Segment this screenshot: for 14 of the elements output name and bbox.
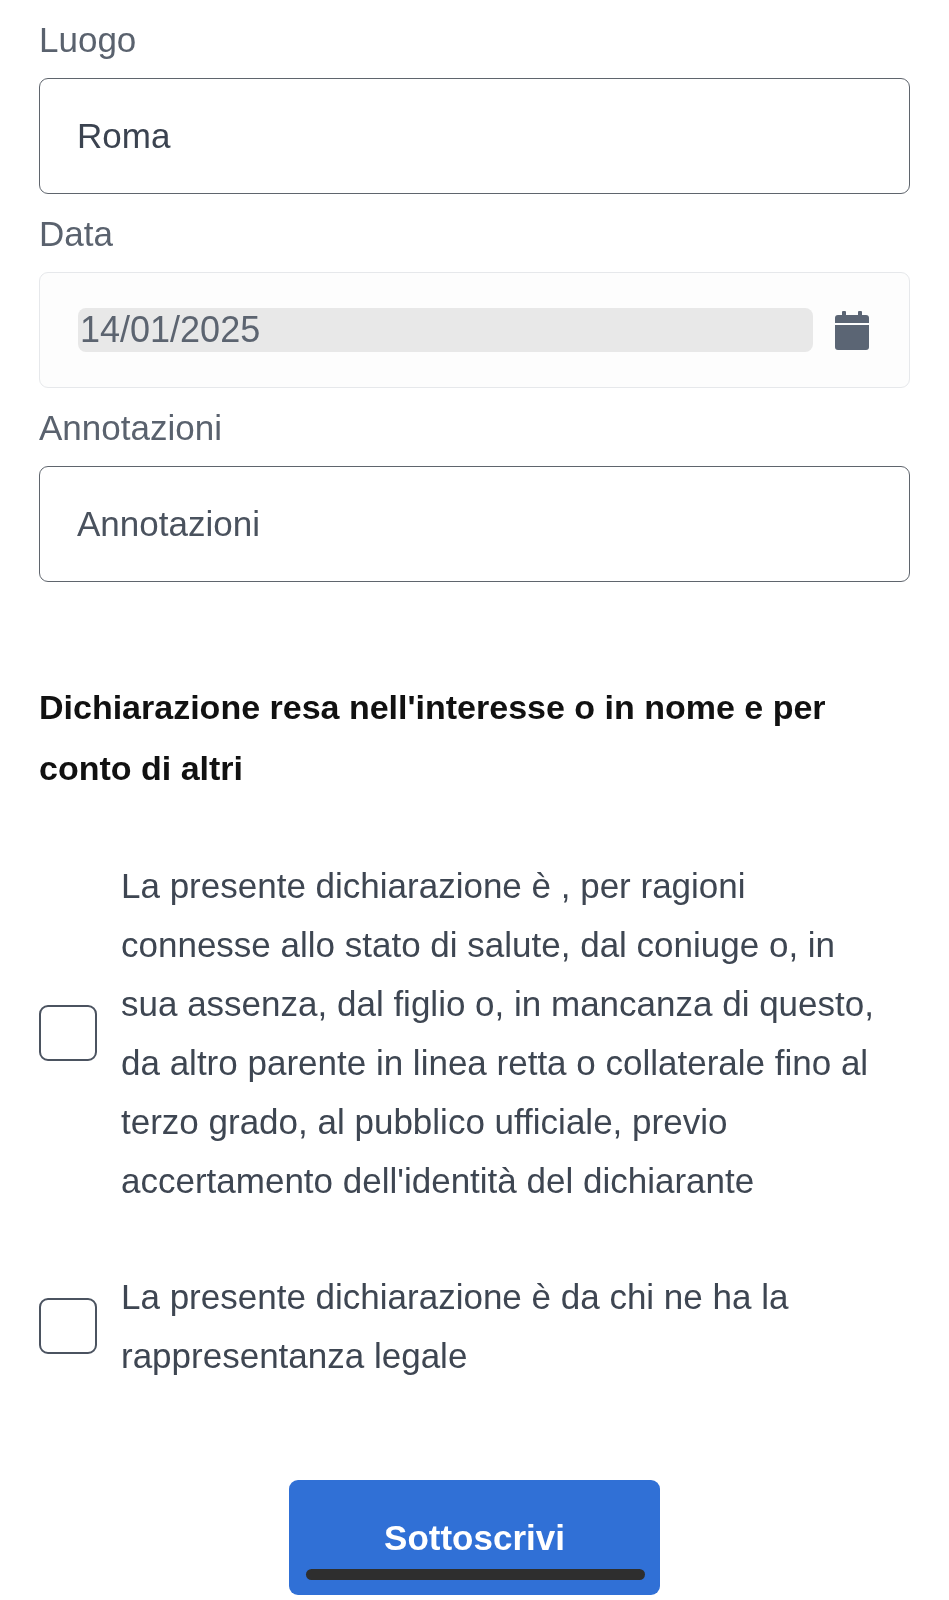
checkbox-label: La presente dichiarazione è , per ragioni connesse allo stato di salute, dal coniuge o, in sua assenza, dal figlio o, in mancanza di questo, da altro parente in linea retta o collaterale fino al terzo grado, al pubblico ufficiale, previo accertamento dell'identità del dichiarante xyxy=(121,865,875,1202)
checkbox-label: La presente dichiarazione è da chi ne ha la rappresentanza legale xyxy=(121,1276,790,1377)
field-label: Luogo xyxy=(39,19,137,61)
checkbox[interactable] xyxy=(39,1005,97,1061)
calendar-icon[interactable] xyxy=(835,310,869,350)
submit-button[interactable]: Sottoscrivi xyxy=(289,1480,660,1595)
date-field[interactable]: 14/01/2025 xyxy=(39,272,910,388)
input-field[interactable]: Roma xyxy=(39,78,910,194)
field-label: Data xyxy=(39,213,113,255)
checkbox[interactable] xyxy=(39,1298,97,1354)
input-field[interactable]: Annotazioni xyxy=(39,466,910,582)
date-value: 14/01/2025 xyxy=(78,308,813,352)
section-heading: Dichiarazione resa nell'interesse o in nome e per conto di altri xyxy=(39,687,827,789)
field-label: Annotazioni xyxy=(39,407,222,449)
